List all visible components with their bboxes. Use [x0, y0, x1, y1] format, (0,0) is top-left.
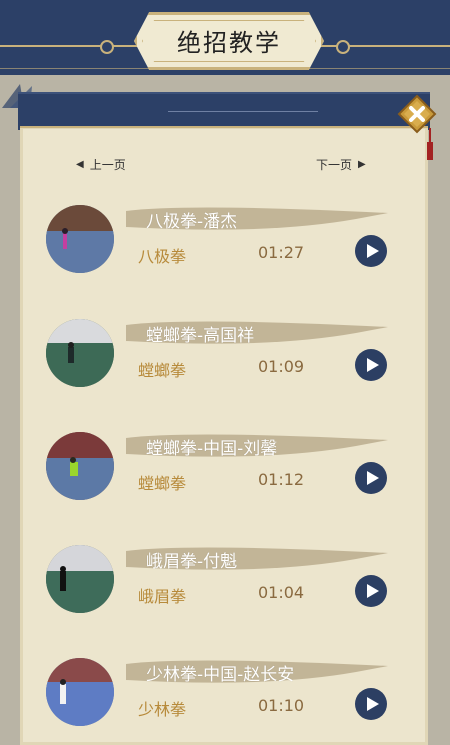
title-plaque: 绝招教学 — [134, 12, 324, 70]
panel-header-line — [168, 111, 318, 112]
header-bar: 绝招教学 — [0, 0, 450, 75]
triangle-left-icon: ◀ — [76, 159, 84, 170]
video-thumbnail — [46, 658, 114, 726]
video-title: 峨眉拳-付魁 — [146, 552, 238, 572]
prev-page-button[interactable]: ◀ 上一页 — [76, 156, 126, 173]
tassel-icon — [427, 128, 433, 160]
video-thumbnail — [46, 205, 114, 273]
play-icon — [367, 244, 379, 258]
video-duration: 01:04 — [258, 583, 305, 602]
prev-page-label: 上一页 — [89, 158, 126, 172]
video-style: 螳螂拳 — [138, 474, 187, 493]
video-style: 峨眉拳 — [138, 587, 187, 606]
triangle-right-icon: ▶ — [358, 159, 366, 170]
panel-gold-line — [20, 126, 428, 128]
video-title: 八极拳-潘杰 — [146, 212, 238, 232]
video-title: 螳螂拳-中国-刘馨 — [146, 439, 278, 459]
video-duration: 01:12 — [258, 470, 305, 489]
video-thumbnail — [46, 432, 114, 500]
video-item[interactable]: 八极拳-潘杰 八极拳 01:27 — [46, 205, 396, 275]
play-button[interactable] — [355, 462, 387, 494]
video-duration: 01:09 — [258, 357, 305, 376]
play-button[interactable] — [355, 575, 387, 607]
video-thumbnail — [46, 545, 114, 613]
next-page-button[interactable]: 下一页 ▶ — [316, 156, 366, 173]
video-duration: 01:27 — [258, 243, 305, 262]
page-title: 绝招教学 — [177, 29, 281, 57]
video-title: 螳螂拳-高国祥 — [146, 326, 255, 346]
video-style: 螳螂拳 — [138, 361, 187, 380]
header-knob-left — [100, 40, 114, 54]
video-duration: 01:10 — [258, 696, 305, 715]
video-item[interactable]: 螳螂拳-高国祥 螳螂拳 01:09 — [46, 319, 396, 389]
next-page-label: 下一页 — [316, 158, 353, 172]
header-knob-right — [336, 40, 350, 54]
video-item[interactable]: 少林拳-中国-赵长安 少林拳 01:10 — [46, 658, 396, 728]
play-icon — [367, 697, 379, 711]
video-item[interactable]: 螳螂拳-中国-刘馨 螳螂拳 01:12 — [46, 432, 396, 502]
video-style: 少林拳 — [138, 700, 187, 719]
video-thumbnail — [46, 319, 114, 387]
play-button[interactable] — [355, 688, 387, 720]
play-icon — [367, 584, 379, 598]
video-title: 少林拳-中国-赵长安 — [146, 665, 295, 685]
play-button[interactable] — [355, 349, 387, 381]
panel-header-band — [18, 92, 430, 130]
play-icon — [367, 471, 379, 485]
play-button[interactable] — [355, 235, 387, 267]
play-icon — [367, 358, 379, 372]
video-style: 八极拳 — [138, 247, 187, 266]
video-item[interactable]: 峨眉拳-付魁 峨眉拳 01:04 — [46, 545, 396, 615]
